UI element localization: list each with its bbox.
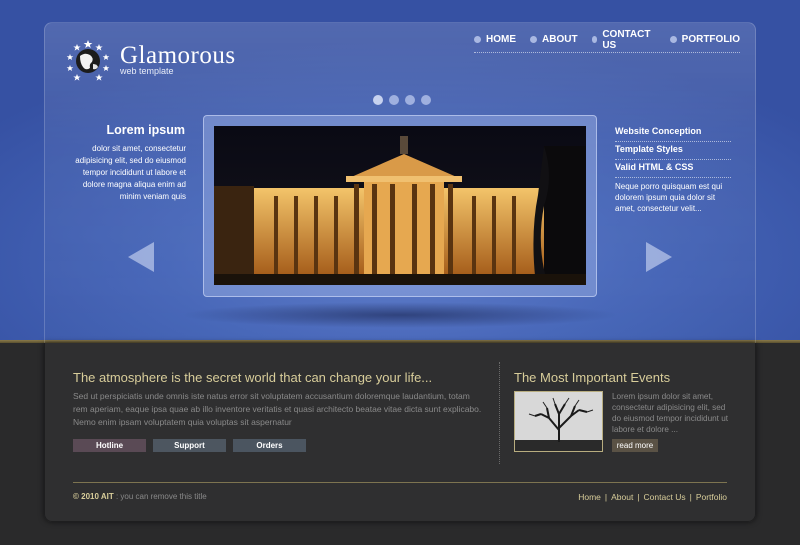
nav-label: PORTFOLIO xyxy=(681,34,740,45)
nav-item-home[interactable]: HOME xyxy=(474,33,516,46)
bullet-icon xyxy=(591,36,598,43)
copyright-owner: © 2010 AIT xyxy=(73,492,114,501)
slider-dot-3[interactable] xyxy=(405,95,415,105)
side-links: Website Conception Template Styles Valid… xyxy=(615,124,731,178)
hotline-button[interactable]: Hotline xyxy=(73,439,146,452)
footer-link-about[interactable]: About xyxy=(611,492,633,502)
feature-title: The atmosphere is the secret world that … xyxy=(73,370,433,385)
orders-button[interactable]: Orders xyxy=(233,439,306,452)
globe-logo-icon[interactable] xyxy=(66,38,110,82)
event-thumbnail[interactable] xyxy=(514,391,603,452)
slider-shadow xyxy=(180,302,620,328)
footer-separator: | xyxy=(604,492,608,502)
slider-dot-4[interactable] xyxy=(421,95,431,105)
footer-links: Home | About | Contact Us | Portfolio xyxy=(578,492,727,502)
side-link-template-styles[interactable]: Template Styles xyxy=(615,142,731,160)
brand-tagline: web template xyxy=(120,66,174,76)
bullet-icon xyxy=(669,36,677,43)
slider-image[interactable] xyxy=(214,126,586,285)
side-link-valid-html[interactable]: Valid HTML & CSS xyxy=(615,160,731,178)
footer-separator: | xyxy=(689,492,692,502)
support-button[interactable]: Support xyxy=(153,439,226,452)
read-more-button[interactable]: read more xyxy=(612,439,658,452)
side-link-website-conception[interactable]: Website Conception xyxy=(615,124,731,142)
slider-dot-2[interactable] xyxy=(389,95,399,105)
footer-link-contact[interactable]: Contact Us xyxy=(644,492,686,502)
nav-label: HOME xyxy=(486,34,516,45)
next-arrow-icon[interactable] xyxy=(646,242,672,272)
main-nav: HOME ABOUT CONTACT US PORTFOLIO xyxy=(474,29,740,53)
feature-buttons: Hotline Support Orders xyxy=(73,439,306,452)
side-text: Neque porro quisquam est qui dolorem ips… xyxy=(615,182,723,213)
nav-item-portfolio[interactable]: PORTFOLIO xyxy=(669,33,740,46)
footer-divider xyxy=(73,482,727,483)
nav-label: ABOUT xyxy=(542,34,578,45)
prev-arrow-icon[interactable] xyxy=(128,242,154,272)
nav-item-contact[interactable]: CONTACT US xyxy=(591,29,656,51)
footer-separator: | xyxy=(637,492,640,502)
footer-link-home[interactable]: Home xyxy=(578,492,601,502)
nav-item-about[interactable]: ABOUT xyxy=(530,33,578,46)
slider-dot-1[interactable] xyxy=(373,95,383,105)
intro-text: dolor sit amet, consectetur adipisicing … xyxy=(75,144,186,201)
footer-link-portfolio[interactable]: Portfolio xyxy=(696,492,727,502)
copyright-note: : you can remove this title xyxy=(113,492,207,501)
feature-text: Sed ut perspiciatis unde omnis iste natu… xyxy=(73,391,482,427)
bullet-icon xyxy=(474,36,481,43)
copyright: © 2010 AIT : you can remove this title xyxy=(73,492,207,501)
bullet-icon xyxy=(530,36,537,43)
slider-pagination xyxy=(373,95,431,105)
nav-label: CONTACT US xyxy=(602,28,651,51)
column-separator xyxy=(499,362,500,464)
events-title: The Most Important Events xyxy=(514,370,671,385)
events-text: Lorem ipsum dolor sit amet, consectetur … xyxy=(612,392,729,434)
intro-title: Lorem ipsum xyxy=(106,123,186,137)
